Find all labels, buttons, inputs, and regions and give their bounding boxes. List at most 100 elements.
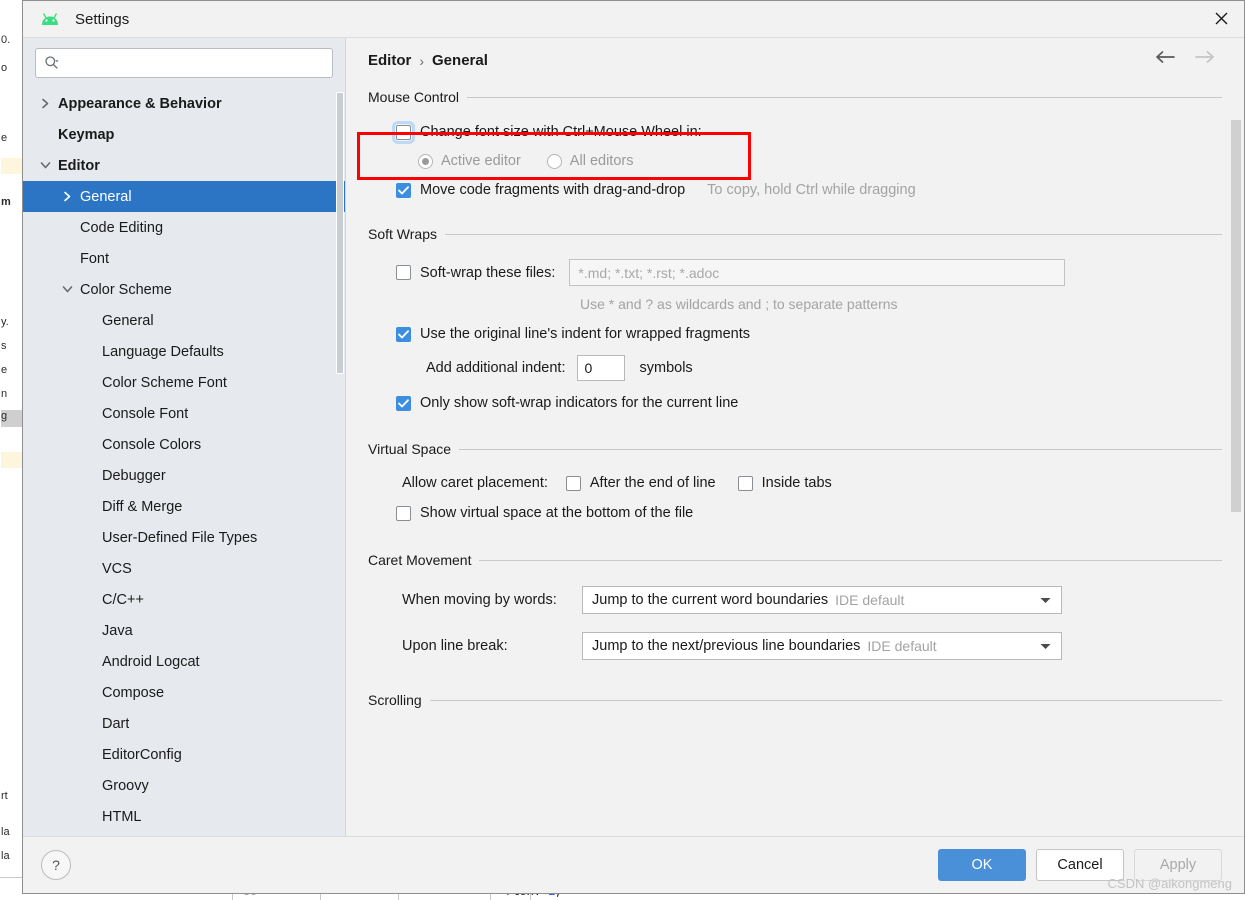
allow-caret-label: Allow caret placement:: [402, 475, 548, 491]
bg-fragment: s: [1, 340, 7, 352]
sidebar-item-language-defaults[interactable]: Language Defaults: [23, 336, 345, 367]
title-bar: Settings: [23, 1, 1244, 38]
show-virtual-space-label[interactable]: Show virtual space at the bottom of the …: [420, 505, 693, 521]
section-title: Caret Movement: [368, 552, 472, 568]
inside-tabs-checkbox[interactable]: [737, 475, 753, 491]
move-fragments-checkbox[interactable]: [396, 182, 411, 198]
sidebar-item-font[interactable]: Font: [23, 243, 345, 274]
section-rule: [429, 699, 1222, 701]
sidebar-item-html[interactable]: HTML: [23, 801, 345, 832]
after-end-of-line-checkbox[interactable]: [565, 475, 581, 491]
sidebar-item-c-c[interactable]: C/C++: [23, 584, 345, 615]
soft-wrap-patterns-input[interactable]: [569, 259, 1066, 286]
section-rule: [445, 233, 1222, 235]
row-additional-indent: Add additional indent: symbols: [426, 355, 1244, 381]
window-title: Settings: [75, 10, 130, 28]
chevron-down-icon: [1040, 591, 1051, 609]
after-end-of-line-label[interactable]: After the end of line: [590, 475, 716, 491]
settings-form: Mouse Control Change font size with Ctrl…: [346, 77, 1244, 836]
chevron-right-icon[interactable]: [59, 191, 75, 202]
soft-wrap-files-checkbox[interactable]: [396, 265, 411, 280]
when-moving-suffix: IDE default: [835, 592, 905, 608]
sidebar-item-editor[interactable]: Editor: [23, 150, 345, 181]
android-logo-icon: [39, 11, 61, 27]
sidebar-item-user-defined-file-types[interactable]: User-Defined File Types: [23, 522, 345, 553]
chevron-down-icon[interactable]: [59, 285, 75, 294]
search-wrapper: [23, 38, 345, 86]
upon-line-break-dropdown[interactable]: Jump to the next/previous line boundarie…: [582, 632, 1062, 660]
breadcrumb-parent[interactable]: Editor: [368, 52, 411, 69]
row-move-code-fragments: Move code fragments with drag-and-drop T…: [396, 182, 1244, 198]
soft-wrap-files-label[interactable]: Soft-wrap these files:: [420, 265, 555, 281]
radio-all-editors-label[interactable]: All editors: [570, 153, 634, 169]
sidebar-item-console-colors[interactable]: Console Colors: [23, 429, 345, 460]
row-show-virtual-space: Show virtual space at the bottom of the …: [396, 505, 1244, 521]
settings-dialog: Settings Appearance & Behavior Keymap Ed…: [22, 0, 1245, 894]
sidebar-item-color-scheme[interactable]: Color Scheme: [23, 274, 345, 305]
when-moving-dropdown[interactable]: Jump to the current word boundaries IDE …: [582, 586, 1062, 614]
use-original-indent-checkbox[interactable]: [396, 326, 411, 342]
bg-fragment-highlight: [1, 452, 22, 468]
sidebar-item-code-editing[interactable]: Code Editing: [23, 212, 345, 243]
sidebar-item-dart[interactable]: Dart: [23, 708, 345, 739]
change-font-size-label[interactable]: Change font size with Ctrl+Mouse Wheel i…: [420, 124, 702, 140]
section-header: Caret Movement: [368, 552, 1244, 568]
section-title: Mouse Control: [368, 89, 460, 105]
help-button[interactable]: ?: [41, 850, 71, 880]
show-virtual-space-checkbox[interactable]: [396, 505, 411, 521]
chevron-down-icon[interactable]: [37, 161, 53, 170]
sidebar-item-label: Editor: [58, 157, 100, 174]
ok-button[interactable]: OK: [938, 849, 1026, 881]
bg-fragment: n: [1, 388, 8, 400]
radio-active-editor-label[interactable]: Active editor: [441, 153, 521, 169]
sidebar-item-debugger[interactable]: Debugger: [23, 460, 345, 491]
only-show-indicators-checkbox[interactable]: [396, 395, 411, 411]
sidebar-item-general[interactable]: General: [23, 181, 345, 212]
sidebar-scrollbar-thumb[interactable]: [336, 92, 344, 374]
radio-all-editors[interactable]: [546, 153, 562, 169]
sidebar-item-label: Keymap: [58, 126, 115, 143]
content-scrollbar[interactable]: [1230, 74, 1242, 834]
sidebar-item-label: General: [80, 188, 132, 205]
search-box[interactable]: [35, 48, 333, 78]
bg-fragment: la: [1, 826, 10, 838]
upon-line-break-label: Upon line break:: [402, 638, 508, 654]
content-scrollbar-thumb[interactable]: [1231, 120, 1241, 512]
row-only-show-indicators: Only show soft-wrap indicators for the c…: [396, 395, 1244, 411]
sidebar-item-compose[interactable]: Compose: [23, 677, 345, 708]
move-fragments-label[interactable]: Move code fragments with drag-and-drop: [420, 182, 685, 198]
search-input[interactable]: [64, 54, 324, 72]
sidebar-item-appearance-behavior[interactable]: Appearance & Behavior: [23, 88, 345, 119]
arrow-left-icon[interactable]: [1154, 50, 1176, 69]
use-original-indent-label[interactable]: Use the original line's indent for wrapp…: [420, 326, 750, 342]
sidebar-item-diff-merge[interactable]: Diff & Merge: [23, 491, 345, 522]
additional-indent-label: Add additional indent:: [426, 360, 566, 376]
upon-line-break-suffix: IDE default: [867, 638, 937, 654]
radio-active-editor[interactable]: [418, 153, 433, 169]
wildcard-hint: Use * and ? as wildcards and ; to separa…: [580, 296, 898, 312]
change-font-size-checkbox[interactable]: [392, 120, 415, 144]
only-show-indicators-label[interactable]: Only show soft-wrap indicators for the c…: [420, 395, 738, 411]
close-icon[interactable]: [1198, 1, 1244, 36]
chevron-right-icon[interactable]: [37, 98, 53, 109]
move-fragments-hint: To copy, hold Ctrl while dragging: [707, 182, 916, 198]
section-caret-movement: Caret Movement When moving by words: Jum…: [368, 552, 1244, 660]
sidebar-item-editorconfig[interactable]: EditorConfig: [23, 739, 345, 770]
sidebar-item-groovy[interactable]: Groovy: [23, 770, 345, 801]
sidebar-item-label: Dart: [102, 715, 130, 732]
sidebar-item-console-font[interactable]: Console Font: [23, 398, 345, 429]
sidebar-item-color-scheme-font[interactable]: Color Scheme Font: [23, 367, 345, 398]
sidebar-scrollbar[interactable]: [335, 86, 345, 836]
section-rule: [459, 448, 1222, 450]
sidebar-item-android-logcat[interactable]: Android Logcat: [23, 646, 345, 677]
sidebar-item-general[interactable]: General: [23, 305, 345, 336]
inside-tabs-label[interactable]: Inside tabs: [762, 475, 832, 491]
sidebar-item-java[interactable]: Java: [23, 615, 345, 646]
cancel-button[interactable]: Cancel: [1036, 849, 1124, 881]
sidebar-item-keymap[interactable]: Keymap: [23, 119, 345, 150]
row-when-moving-by-words: When moving by words: Jump to the curren…: [402, 586, 1244, 614]
additional-indent-input[interactable]: [577, 355, 626, 381]
sidebar-item-vcs[interactable]: VCS: [23, 553, 345, 584]
section-header: Soft Wraps: [368, 226, 1244, 242]
sidebar-item-label: User-Defined File Types: [102, 529, 258, 546]
